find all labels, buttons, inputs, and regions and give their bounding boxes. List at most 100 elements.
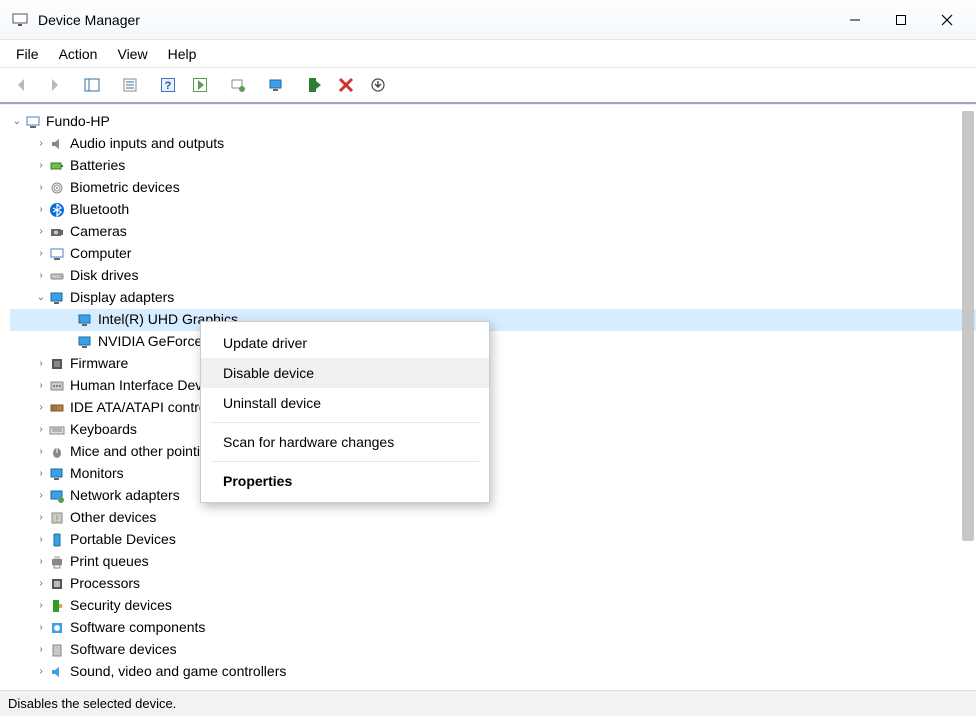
category-icon [48,466,66,482]
category-icon [48,642,66,658]
category-label: Print queues [70,551,149,573]
category-label: Monitors [70,463,124,485]
menu-file[interactable]: File [8,43,47,65]
category-icon [48,444,66,460]
category-label: Disk drives [70,265,138,287]
device-label: NVIDIA GeForce [98,331,202,353]
context-uninstall-device[interactable]: Uninstall device [201,388,489,418]
install-legacy-button[interactable] [364,71,392,99]
category-icon [48,532,66,548]
tree-category[interactable]: ›Disk drives [10,265,976,287]
category-label: Keyboards [70,419,137,441]
menu-help[interactable]: Help [160,43,205,65]
category-icon [48,180,66,196]
update-driver-button[interactable] [262,71,290,99]
category-label: Bluetooth [70,199,129,221]
tree-category[interactable]: ›Batteries [10,155,976,177]
category-icon [48,488,66,504]
category-label: Sound, video and game controllers [70,661,286,680]
close-button[interactable] [924,1,970,39]
tree-category[interactable]: ›IDE ATA/ATAPI controllers [10,397,976,419]
tree-category[interactable]: ›Firmware [10,353,976,375]
tree-category[interactable]: ›Sound, video and game controllers [10,661,976,680]
category-icon [48,554,66,570]
category-icon [48,356,66,372]
tree-category[interactable]: ›Cameras [10,221,976,243]
help-button[interactable]: ? [154,71,182,99]
category-label: Portable Devices [70,529,176,551]
tree-category[interactable]: ›Print queues [10,551,976,573]
device-icon [76,312,94,328]
tree-category[interactable]: ›Security devices [10,595,976,617]
tree-category[interactable]: ›Monitors [10,463,976,485]
category-icon: ! [48,510,66,526]
tree-category[interactable]: ›Software devices [10,639,976,661]
tree-category[interactable]: ›Biometric devices [10,177,976,199]
tree-scrollbar[interactable] [962,105,974,680]
minimize-button[interactable] [832,1,878,39]
category-label: Computer [70,243,131,265]
show-hide-console-tree-button[interactable] [78,71,106,99]
menu-action[interactable]: Action [51,43,106,65]
context-disable-device[interactable]: Disable device [201,358,489,388]
category-icon [48,268,66,284]
tree-category[interactable]: ›Software components [10,617,976,639]
tree-category[interactable]: ›Bluetooth [10,199,976,221]
tree-category[interactable]: ›Mice and other pointing devices [10,441,976,463]
category-label: Processors [70,573,140,595]
status-bar: Disables the selected device. [0,690,976,716]
category-label: Display adapters [70,287,174,309]
tree-device[interactable]: Intel(R) UHD Graphics [10,309,976,331]
window-title: Device Manager [38,12,140,28]
tree-category[interactable]: ›Portable Devices [10,529,976,551]
uninstall-device-button[interactable] [332,71,360,99]
context-scan-hardware[interactable]: Scan for hardware changes [201,427,489,457]
category-icon [48,136,66,152]
category-icon [48,246,66,262]
device-icon [76,334,94,350]
category-label: Firmware [70,353,128,375]
category-icon [48,224,66,240]
action-list-button[interactable] [186,71,214,99]
enable-device-button[interactable] [300,71,328,99]
tree-category[interactable]: ›Audio inputs and outputs [10,133,976,155]
properties-button[interactable] [116,71,144,99]
category-icon [48,158,66,174]
menu-view[interactable]: View [109,43,155,65]
category-icon [48,598,66,614]
category-label: Cameras [70,221,127,243]
category-label: Batteries [70,155,125,177]
tree-container: ⌄Fundo-HP›Audio inputs and outputs›Batte… [0,104,976,680]
tree-category[interactable]: ›Network adapters [10,485,976,507]
context-update-driver[interactable]: Update driver [201,328,489,358]
computer-icon [24,114,42,130]
device-manager-icon [12,12,28,28]
context-menu: Update driver Disable device Uninstall d… [200,321,490,503]
category-icon [48,664,66,680]
back-button[interactable] [8,71,36,99]
category-icon [48,422,66,438]
tree-device[interactable]: NVIDIA GeForce [10,331,976,353]
category-label: Software components [70,617,205,639]
scan-hardware-button[interactable] [224,71,252,99]
category-label: Software devices [70,639,177,661]
tree-category[interactable]: ⌄Display adapters [10,287,976,309]
root-label: Fundo-HP [46,111,110,133]
tree-category[interactable]: ›!Other devices [10,507,976,529]
category-icon [48,202,66,218]
tree-category[interactable]: ›Computer [10,243,976,265]
tree-root[interactable]: ⌄Fundo-HP [10,111,976,133]
maximize-button[interactable] [878,1,924,39]
category-icon [48,620,66,636]
forward-button[interactable] [40,71,68,99]
tree-category[interactable]: ›Human Interface Devices [10,375,976,397]
menubar: File Action View Help [0,40,976,68]
tree-category[interactable]: ›Keyboards [10,419,976,441]
context-properties[interactable]: Properties [201,466,489,496]
category-icon [48,378,66,394]
category-icon [48,290,66,306]
status-text: Disables the selected device. [8,696,176,711]
tree-category[interactable]: ›Processors [10,573,976,595]
category-label: Audio inputs and outputs [70,133,224,155]
svg-text:?: ? [165,80,172,92]
